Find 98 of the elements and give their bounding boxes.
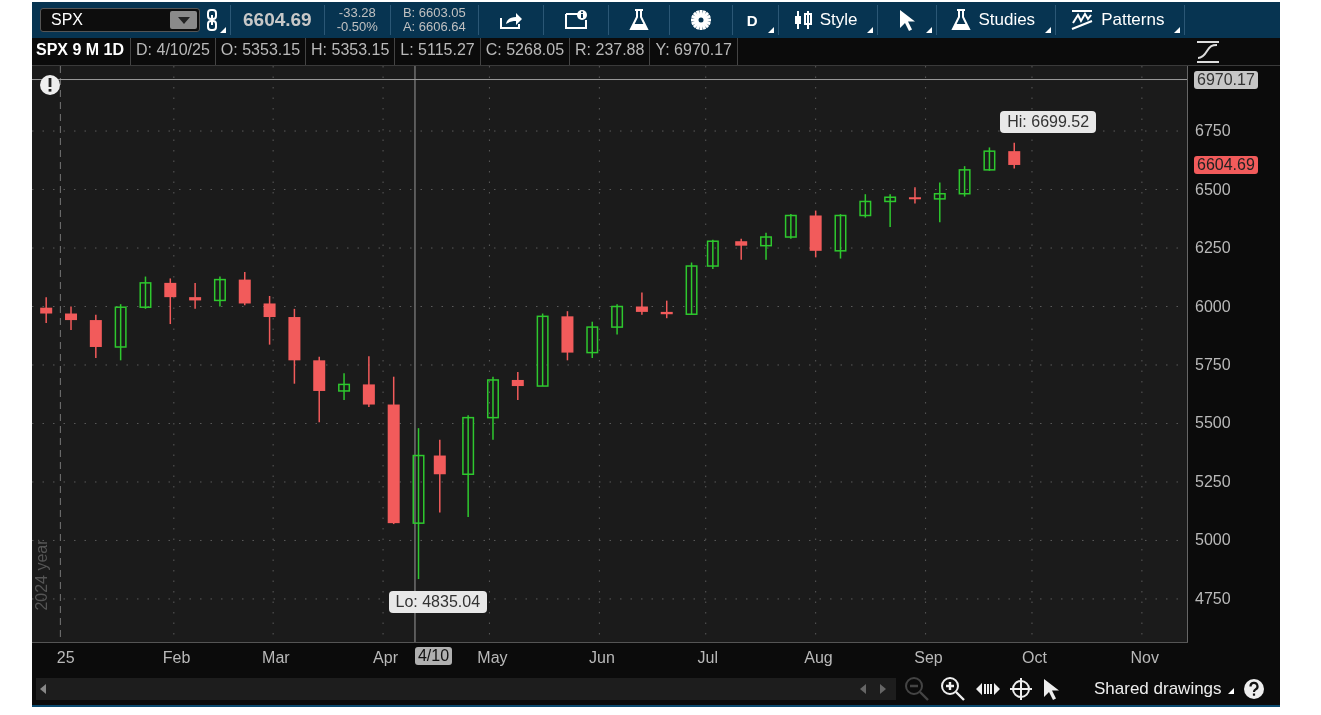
axis-label: Apr: [373, 649, 398, 667]
price-callout: Lo: 4835.04: [388, 591, 488, 614]
info-window-icon[interactable]: [563, 10, 588, 30]
scrollbar[interactable]: [36, 677, 896, 700]
candlestick: [611, 303, 624, 336]
candlestick: [189, 282, 202, 310]
candlestick: [735, 237, 748, 261]
patterns-icon[interactable]: [1070, 9, 1095, 31]
candlestick: [983, 146, 996, 172]
candlestick: [487, 375, 499, 441]
candlestick: [784, 213, 797, 240]
candlestick: [834, 213, 847, 260]
candlestick: [760, 232, 773, 261]
candlestick: [660, 299, 673, 319]
ohlc-field: L: 5115.27: [395, 38, 481, 65]
axis-label: Oct: [1022, 649, 1047, 667]
dropdown-button[interactable]: [170, 11, 197, 29]
price-callout: Hi: 6699.52: [1000, 110, 1097, 133]
axis-label: Feb: [162, 649, 191, 667]
zoom-in-icon[interactable]: [940, 675, 966, 702]
price-badge: 6970.17: [1194, 70, 1258, 89]
date-badge: 4/10: [414, 647, 453, 665]
candlestick: [40, 296, 53, 324]
ohlc-field: H: 5353.15: [306, 38, 396, 65]
candlestick: [1008, 142, 1021, 170]
chart-title: SPX 9 M 1D: [32, 38, 132, 65]
candlestick: [338, 372, 351, 401]
candlestick: [213, 275, 226, 308]
candlestick: [958, 165, 971, 198]
ohlc-field: R: 237.88: [570, 38, 651, 65]
share-icon[interactable]: [498, 10, 523, 30]
pan-arrows-icon[interactable]: [976, 680, 1000, 697]
alert-icon[interactable]: [40, 75, 60, 95]
candlestick: [139, 275, 152, 310]
bid-price: B: 6603.05: [402, 6, 466, 20]
axis-label: 6750: [1195, 122, 1231, 141]
candlestick: [89, 313, 102, 359]
axis-label: Sep: [914, 649, 943, 667]
axis-label: 6000: [1195, 297, 1231, 316]
candlestick: [238, 271, 251, 307]
candlestick: [809, 209, 822, 259]
ask-price: A: 6606.64: [402, 20, 466, 34]
gear-icon[interactable]: [689, 9, 712, 31]
axis-label: Nov: [1130, 649, 1159, 667]
candlestick: [511, 371, 524, 401]
link-icon[interactable]: [206, 9, 218, 31]
axis-label: Jul: [697, 649, 718, 667]
candlestick: [635, 291, 648, 316]
axis-label: Mar: [262, 649, 290, 667]
axis-label: 5750: [1195, 356, 1231, 374]
ohlc-field: Y: 6970.17: [650, 38, 738, 65]
scroll-left-icon[interactable]: [40, 683, 46, 694]
axis-label: 6500: [1195, 180, 1231, 199]
axis-label: 6250: [1195, 239, 1231, 257]
candlestick: [362, 355, 375, 408]
candlestick: [65, 305, 77, 331]
pointer-icon[interactable]: [1042, 677, 1060, 700]
axis-label: 5000: [1195, 531, 1231, 550]
last-price: 6604.69: [242, 9, 313, 31]
axis-label: May: [477, 649, 508, 667]
flask-icon[interactable]: [628, 9, 649, 31]
ohlc-field: O: 5353.15: [215, 38, 307, 65]
price-scale-icon[interactable]: [1194, 40, 1222, 63]
percent-change: -0.50%: [336, 20, 378, 34]
symbol-field[interactable]: SPX: [40, 8, 200, 32]
axis-label: Jun: [589, 649, 615, 667]
candlestick: [706, 239, 719, 270]
price-badge: 6604.69: [1194, 156, 1258, 175]
net-change: -33.28: [338, 6, 376, 20]
candlestick: [313, 356, 326, 424]
crosshair-icon[interactable]: [1010, 677, 1032, 700]
axis-label: 25: [56, 649, 75, 667]
candlestick: [263, 295, 276, 346]
shared-drawings-menu[interactable]: Shared drawings: [1094, 678, 1222, 698]
flask-icon[interactable]: [951, 9, 972, 31]
candlestick: [933, 181, 946, 224]
axis-label: 5500: [1195, 414, 1231, 433]
candlestick: [908, 186, 921, 205]
menu-corner-icon: [1227, 687, 1234, 694]
pointer-icon[interactable]: [898, 9, 917, 31]
candlestick: [114, 303, 127, 362]
year-label: 2024 year: [32, 539, 51, 611]
axis-label: Aug: [804, 649, 833, 667]
candlestick: [586, 320, 599, 359]
candlestick: [685, 261, 698, 316]
axis-label: 4750: [1195, 589, 1231, 608]
candlestick: [884, 193, 897, 228]
scroll-right-icon[interactable]: [880, 683, 886, 694]
ohlc-field: C: 5268.05: [480, 38, 571, 65]
candlestick-icon[interactable]: [792, 10, 813, 30]
help-icon[interactable]: [1243, 678, 1264, 699]
axis-label: 5250: [1195, 472, 1231, 491]
candlestick: [164, 277, 177, 325]
scroll-left-icon[interactable]: [860, 683, 866, 694]
ohlc-field: D: 4/10/25: [131, 38, 216, 65]
caret-icon[interactable]: [177, 16, 190, 24]
candlestick: [561, 310, 574, 362]
candlestick: [859, 193, 872, 219]
